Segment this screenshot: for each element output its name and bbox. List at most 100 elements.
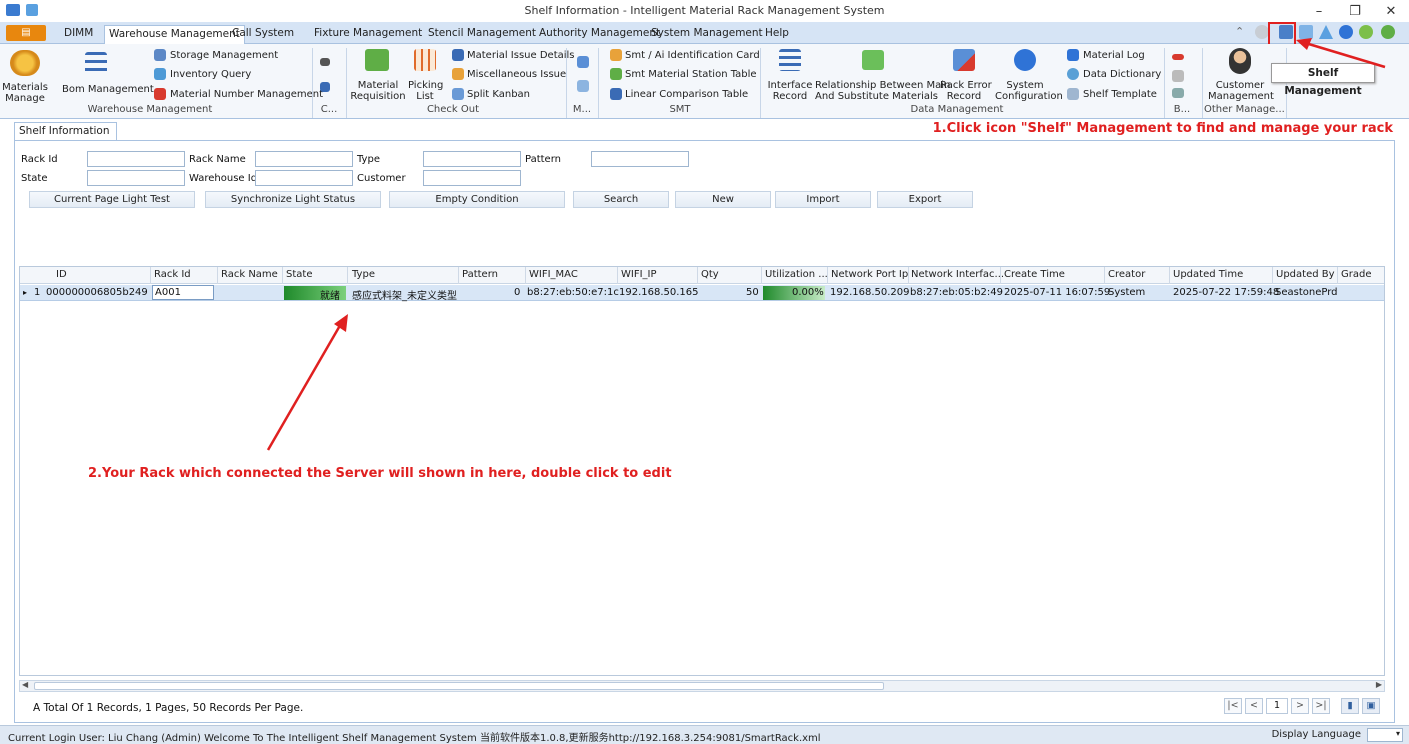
scroll-left-icon[interactable]: ◀ [22,680,28,689]
new-button[interactable]: New [675,191,771,208]
export-button[interactable]: Export [877,191,973,208]
tab-call-system[interactable]: Call System [232,25,294,44]
cell-wifi-ip[interactable]: 192.168.50.165 [619,287,699,298]
next-page-button[interactable]: > [1291,698,1309,714]
col-network-interface[interactable]: Network Interfac... [911,269,1004,280]
col-network-port-ip[interactable]: Network Port Ip [831,269,908,280]
current-page-light-test-button[interactable]: Current Page Light Test [29,191,195,208]
empty-condition-button[interactable]: Empty Condition [389,191,565,208]
collapse-icon[interactable]: ⌃ [1235,25,1249,39]
material-requisition-button[interactable]: Material Requisition [350,80,406,102]
materials-manage-button[interactable]: Materials Manage [2,82,48,104]
customer-management-button[interactable]: Customer Management [1208,80,1274,102]
cell-state[interactable]: 就绪 [320,287,340,302]
shelf-template-button[interactable]: Shelf Template [1083,89,1157,100]
settings-icon[interactable] [1255,25,1269,39]
split-kanban-button[interactable]: Split Kanban [467,89,530,100]
col-grade[interactable]: Grade [1341,269,1372,280]
export-page-icon[interactable]: ▮ [1341,698,1359,714]
display-language-select[interactable]: ▾ [1367,728,1403,742]
b-group-icon-3[interactable] [1172,88,1184,98]
material-number-management-button[interactable]: Material Number Management [170,89,323,100]
scrollbar-thumb[interactable] [34,682,884,690]
cell-id[interactable]: 000000006805b249 [46,287,148,298]
customer-input[interactable] [423,170,521,186]
tab-authority-management[interactable]: Authority Management [539,25,660,44]
synchronize-light-status-button[interactable]: Synchronize Light Status [205,191,381,208]
c-group-icon-1[interactable] [320,58,330,66]
file-menu-button[interactable]: ▤ [6,25,46,41]
col-updated-by[interactable]: Updated By [1276,269,1335,280]
material-issue-details-button[interactable]: Material Issue Details [467,50,575,61]
horizontal-scrollbar[interactable]: ◀ ▶ [19,680,1385,692]
cell-network-interface[interactable]: b8:27:eb:05:b2:49 [910,287,1003,298]
cell-type[interactable]: 感应式料架_未定义类型 [352,287,457,302]
col-pattern[interactable]: Pattern [462,269,498,280]
miscellaneous-issue-button[interactable]: Miscellaneous Issue [467,69,566,80]
data-dictionary-button[interactable]: Data Dictionary [1083,69,1161,80]
col-updated-time[interactable]: Updated Time [1173,269,1243,280]
cell-rack-id[interactable]: A001 [152,285,214,300]
import-button[interactable]: Import [775,191,871,208]
table-row[interactable]: ▸ 1 000000006805b249 A001 就绪 感应式料架_未定义类型… [20,285,1384,302]
tab-fixture-management[interactable]: Fixture Management [314,25,422,44]
pattern-input[interactable] [591,151,689,167]
c-group-icon-2[interactable] [320,82,330,92]
col-rack-id[interactable]: Rack Id [154,269,191,280]
col-qty[interactable]: Qty [701,269,719,280]
tab-warehouse-management[interactable]: Warehouse Management [104,25,245,44]
col-wifi-mac[interactable]: WIFI_MAC [529,269,578,280]
search-button[interactable]: Search [573,191,669,208]
col-state[interactable]: State [286,269,312,280]
relationship-button[interactable]: Relationship Between Main And Substitute… [815,80,950,102]
storage-management-button[interactable]: Storage Management [170,50,278,61]
m-group-icon-1[interactable] [577,56,589,68]
prev-page-button[interactable]: < [1245,698,1263,714]
rack-name-input[interactable] [255,151,353,167]
cell-updated-time[interactable]: 2025-07-22 17:59:48 [1173,287,1279,298]
tab-shelf-information[interactable]: Shelf Information ✕ [14,122,117,154]
col-id[interactable]: ID [56,269,67,280]
last-page-button[interactable]: >| [1312,698,1330,714]
type-input[interactable] [423,151,521,167]
rack-id-input[interactable] [87,151,185,167]
cell-create-time[interactable]: 2025-07-11 16:07:59 [1004,287,1110,298]
linear-comparison-table-button[interactable]: Linear Comparison Table [625,89,748,100]
picking-list-button[interactable]: Picking List [408,80,443,102]
close-button[interactable]: ✕ [1373,0,1409,22]
col-type[interactable]: Type [352,269,375,280]
smt-ai-card-button[interactable]: Smt / Ai Identification Card [625,50,760,61]
cell-qty[interactable]: 50 [746,287,759,298]
system-configuration-button[interactable]: System Configuration [995,80,1063,102]
tab-system-management[interactable]: System Management [651,25,763,44]
save-page-icon[interactable]: ▣ [1362,698,1380,714]
b-group-icon-2[interactable] [1172,70,1184,82]
bom-management-button[interactable]: Bom Management [62,84,154,95]
interface-record-button[interactable]: Interface Record [764,80,816,102]
first-page-button[interactable]: |< [1224,698,1242,714]
tab-help[interactable]: Help [765,25,789,44]
cell-updated-by[interactable]: SeastonePrd [1275,287,1338,298]
material-log-button[interactable]: Material Log [1083,50,1145,61]
tab-dimm[interactable]: DIMM [64,25,93,44]
col-creator[interactable]: Creator [1108,269,1145,280]
col-create-time[interactable]: Create Time [1004,269,1065,280]
cell-wifi-mac[interactable]: b8:27:eb:50:e7:1c [527,287,619,298]
state-input[interactable] [87,170,185,186]
rack-error-record-button[interactable]: Rack Error Record [940,80,992,102]
col-rack-name[interactable]: Rack Name [221,269,278,280]
smt-station-table-button[interactable]: Smt Material Station Table [625,69,757,80]
warehouse-id-input[interactable] [255,170,353,186]
m-group-icon-2[interactable] [577,80,589,92]
page-number-input[interactable]: 1 [1266,698,1288,714]
cell-network-port-ip[interactable]: 192.168.50.209 [830,287,910,298]
cell-pattern[interactable]: 0 [514,287,520,298]
col-utilization[interactable]: Utilization ... [765,269,828,280]
tab-stencil-management[interactable]: Stencil Management [428,25,536,44]
scroll-right-icon[interactable]: ▶ [1376,680,1382,689]
cell-creator[interactable]: System [1108,287,1145,298]
b-group-icon-1[interactable] [1172,54,1184,60]
inventory-query-button[interactable]: Inventory Query [170,69,251,80]
minimize-button[interactable]: – [1301,0,1337,22]
col-wifi-ip[interactable]: WIFI_IP [621,269,657,280]
